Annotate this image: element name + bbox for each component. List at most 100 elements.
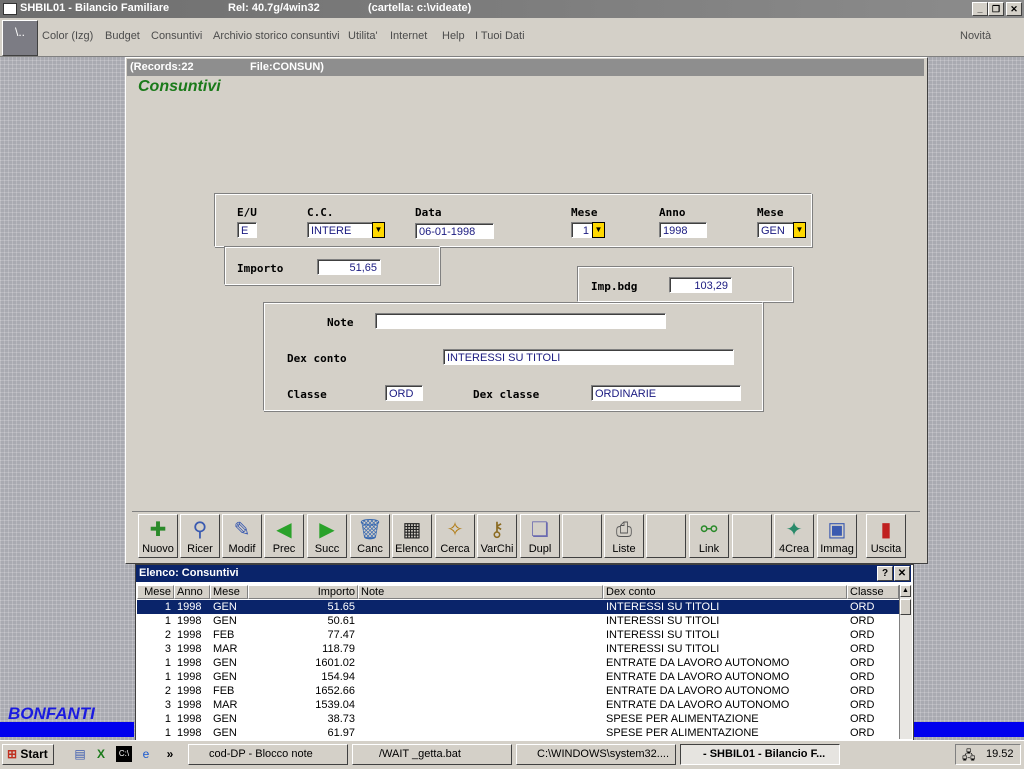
ricer-button[interactable]: ⚲ Ricer xyxy=(180,514,220,558)
col-header-mese2[interactable]: Mese xyxy=(210,585,248,599)
table-cell: ENTRATE DA LAVORO AUTONOMO xyxy=(606,671,790,683)
task-batch[interactable]: /WAIT _getta.bat xyxy=(352,744,512,765)
table-cell: ORD xyxy=(850,643,875,655)
system-tray: 🖧 19.52 xyxy=(955,744,1021,765)
col-header-dexconto[interactable]: Dex conto xyxy=(603,585,847,599)
field-importo[interactable]: 51,65 xyxy=(317,259,381,275)
field-anno[interactable]: 1998 xyxy=(659,222,707,238)
menu-utilita[interactable]: Utilita' xyxy=(348,30,378,42)
task-shbil01[interactable]: - SHBIL01 - Bilancio F... xyxy=(680,744,840,765)
table-cell: 118.79 xyxy=(322,643,355,655)
col-header-note[interactable]: Note xyxy=(358,585,603,599)
notepad-icon[interactable]: ▤ xyxy=(72,746,88,762)
col-header-anno[interactable]: Anno xyxy=(174,585,210,599)
menu-color[interactable]: Color (Izg) xyxy=(42,30,93,42)
system-menu-icon[interactable]: \.. xyxy=(2,20,38,56)
field-classe[interactable]: ORD xyxy=(385,385,423,401)
link-button[interactable]: ⚯ Link xyxy=(689,514,729,558)
menu-archivio[interactable]: Archivio storico consuntivi xyxy=(213,30,340,42)
field-impbdg[interactable]: 103,29 xyxy=(669,277,732,293)
label-classe: Classe xyxy=(287,388,327,401)
minimize-button[interactable]: _ xyxy=(972,2,988,16)
ie-icon[interactable]: e xyxy=(138,746,154,762)
nuovo-button[interactable]: ✚ Nuovo xyxy=(138,514,178,558)
start-button[interactable]: ⊞ Start xyxy=(2,744,54,765)
table-row[interactable]: 1 1998 GEN 154.94 ENTRATE DA LAVORO AUTONOMO… xyxy=(137,670,899,684)
liste-button[interactable]: ⎙ Liste xyxy=(604,514,644,558)
table-cell: 1 xyxy=(164,713,171,725)
table-row[interactable]: 3 1998 MAR 1539.04 ENTRATE DA LAVORO AUTONOM… xyxy=(137,698,899,712)
col-header-mese[interactable]: Mese xyxy=(137,585,174,599)
table-cell: 1998 xyxy=(177,657,202,669)
mese2-dropdown-icon[interactable]: ▼ xyxy=(793,222,806,238)
empty-button-2[interactable] xyxy=(646,514,686,558)
table-row[interactable]: 1 1998 GEN 61.97 SPESE PER ALIMENTAZIONE ORD xyxy=(137,726,899,740)
list-close-button[interactable]: ✕ xyxy=(894,566,910,581)
restore-button[interactable]: ❐ xyxy=(988,2,1004,16)
help-button[interactable]: ? xyxy=(877,566,893,581)
modif-button[interactable]: ✎ Modif xyxy=(222,514,262,558)
cerca-button[interactable]: ✧ Cerca xyxy=(435,514,475,558)
succ-button[interactable]: ▶ Succ xyxy=(307,514,347,558)
table-cell xyxy=(361,684,600,698)
table-cell xyxy=(361,726,600,740)
elenco-button[interactable]: ▦ Elenco xyxy=(392,514,432,558)
table-cell xyxy=(361,600,600,614)
excel-icon[interactable]: X xyxy=(93,746,109,762)
field-dexconto[interactable]: INTERESSI SU TITOLI xyxy=(443,349,734,365)
table-row[interactable]: 1 1998 GEN 1601.02 ENTRATE DA LAVORO AUTONOM… xyxy=(137,656,899,670)
field-eu[interactable]: E xyxy=(237,222,257,238)
network-icon[interactable]: 🖧 xyxy=(962,746,975,765)
table-cell xyxy=(361,628,600,642)
more-icon[interactable]: » xyxy=(162,746,178,762)
cc-dropdown-icon[interactable]: ▼ xyxy=(372,222,385,238)
table-row[interactable]: 1 1998 GEN 50.61 INTERESSI SU TITOLI ORD xyxy=(137,614,899,628)
find-icon: ✧ xyxy=(446,519,464,541)
col-header-classe[interactable]: Classe xyxy=(847,585,899,599)
immag-button[interactable]: ▣ Immag xyxy=(817,514,857,558)
empty-button-1[interactable] xyxy=(562,514,602,558)
table-icon: ▦ xyxy=(402,519,422,541)
task-cmd[interactable]: C:\WINDOWS\system32.... xyxy=(516,744,676,765)
menu-internet[interactable]: Internet xyxy=(390,30,427,42)
close-button[interactable]: ✕ xyxy=(1006,2,1022,16)
vertical-scrollbar[interactable]: ▲ xyxy=(899,585,912,739)
table-row[interactable]: 2 1998 FEB 1652.66 ENTRATE DA LAVORO AUTONOM… xyxy=(137,684,899,698)
label-cc: C.C. xyxy=(307,206,334,219)
table-row[interactable]: 1 1998 GEN 38.73 SPESE PER ALIMENTAZIONE ORD xyxy=(137,712,899,726)
field-data[interactable]: 06-01-1998 xyxy=(415,223,494,239)
varchi-button[interactable]: ⚷ VarChi xyxy=(477,514,517,558)
table-row[interactable]: 1 1998 GEN 51.65 INTERESSI SU TITOLI ORD xyxy=(137,600,899,614)
menu-help[interactable]: Help xyxy=(442,30,465,42)
field-cc[interactable]: INTERE xyxy=(307,222,373,238)
dupl-button[interactable]: ❏ Dupl xyxy=(520,514,560,558)
menu-consuntivi[interactable]: Consuntivi xyxy=(151,30,202,42)
uscita-button[interactable]: ▮ Uscita xyxy=(866,514,906,558)
empty-button-3[interactable] xyxy=(732,514,772,558)
task-notepad[interactable]: cod-DP - Blocco note xyxy=(188,744,348,765)
4crea-button[interactable]: ✦ 4Crea xyxy=(774,514,814,558)
menu-tuoi-dati[interactable]: I Tuoi Dati xyxy=(475,30,525,42)
field-mese[interactable]: 1 xyxy=(571,222,593,238)
field-note[interactable] xyxy=(375,313,666,329)
table-row[interactable]: 2 1998 FEB 77.47 INTERESSI SU TITOLI ORD xyxy=(137,628,899,642)
label-impbdg: Imp.bdg xyxy=(591,280,638,293)
field-mese2[interactable]: GEN xyxy=(757,222,794,238)
table-cell: 1 xyxy=(164,657,171,669)
table-cell: 61.97 xyxy=(327,727,355,739)
scroll-up-icon[interactable]: ▲ xyxy=(900,585,911,597)
table-cell: ENTRATE DA LAVORO AUTONOMO xyxy=(606,685,790,697)
table-row[interactable]: 3 1998 MAR 118.79 INTERESSI SU TITOLI ORD xyxy=(137,642,899,656)
cmd-icon[interactable]: C:\ xyxy=(116,746,132,762)
col-header-importo[interactable]: Importo xyxy=(248,585,358,599)
window-title: SHBIL01 - Bilancio Familiare xyxy=(20,2,170,14)
prec-button[interactable]: ◀ Prec xyxy=(264,514,304,558)
menu-novita[interactable]: Novità xyxy=(960,30,991,42)
scroll-thumb[interactable] xyxy=(900,599,911,615)
clock[interactable]: 19.52 xyxy=(986,745,1014,764)
mese-dropdown-icon[interactable]: ▼ xyxy=(592,222,605,238)
menu-budget[interactable]: Budget xyxy=(105,30,140,42)
field-dexclasse[interactable]: ORDINARIE xyxy=(591,385,741,401)
table-cell xyxy=(361,614,600,628)
canc-button[interactable]: 🗑 Canc xyxy=(350,514,390,558)
